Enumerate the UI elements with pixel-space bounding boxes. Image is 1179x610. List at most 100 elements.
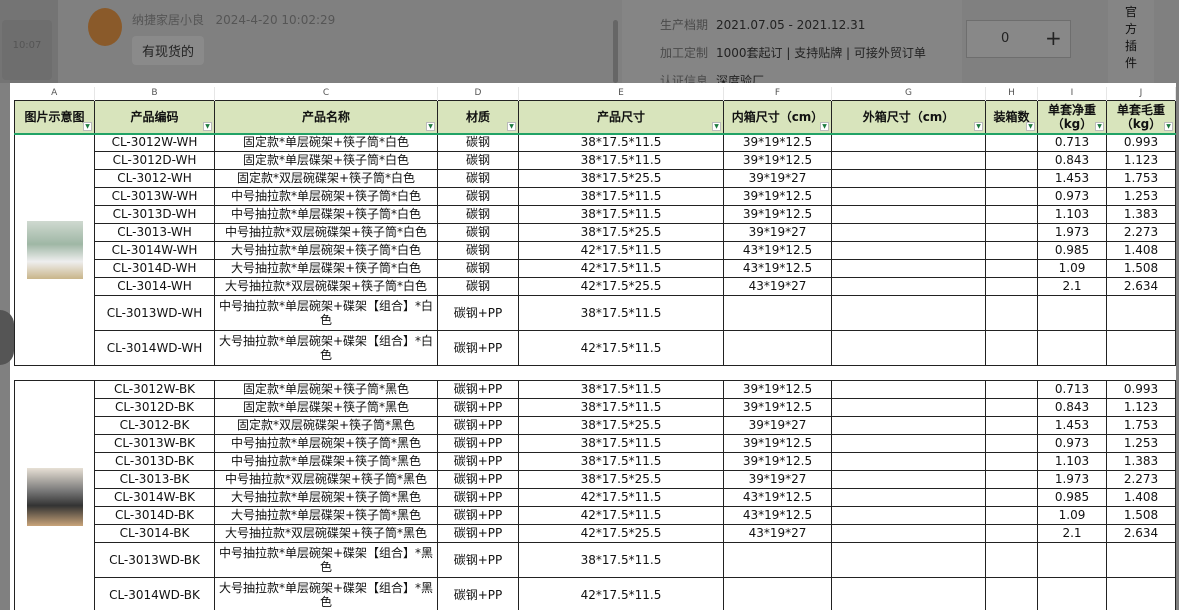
quantity-input[interactable]: 0 xyxy=(1001,31,1009,46)
table-cell: 43*19*12.5 xyxy=(723,259,832,278)
filter-dropdown-icon[interactable]: ▼ xyxy=(974,121,983,131)
table-cell xyxy=(985,187,1038,206)
table-cell: 39*19*12.5 xyxy=(723,205,832,224)
column-header[interactable]: 材质 ▼ xyxy=(437,100,519,135)
table-cell xyxy=(985,205,1038,224)
filter-dropdown-icon[interactable]: ▼ xyxy=(507,121,516,131)
table-row: CL-3014WD-BK 大号抽拉款*单层碗架+碟架【组合】*黑色 碳钢+PP 42*… xyxy=(15,577,1176,610)
table-cell xyxy=(831,577,986,610)
table-cell: 38*17.5*25.5 xyxy=(518,416,724,435)
table-cell: 42*17.5*25.5 xyxy=(518,277,724,296)
table-cell: 43*19*27 xyxy=(723,524,832,543)
official-plugin-button[interactable]: 官方插件 xyxy=(1114,0,1148,74)
table-cell xyxy=(1037,295,1107,331)
table-cell xyxy=(831,187,986,206)
table-cell: 0.713 xyxy=(1037,380,1107,399)
table-cell: CL-3013-BK xyxy=(94,470,215,489)
table-cell: 中号抽拉款*双层碗碟架+筷子筒*黑色 xyxy=(214,470,438,489)
table-row: CL-3013W-WH 中号抽拉款*单层碗架+筷子筒*白色 碳钢 38*17.5*11… xyxy=(15,187,1176,206)
table-cell: 38*17.5*25.5 xyxy=(518,169,724,188)
filter-dropdown-icon[interactable]: ▼ xyxy=(426,121,435,131)
product-info-panel: 生产档期 2021.07.05 - 2021.12.31 加工定制 1000套起订 … xyxy=(622,0,962,88)
table-cell: 碳钢 xyxy=(437,205,519,224)
column-header[interactable]: 外箱尺寸（cm） ▼ xyxy=(831,100,986,135)
table-cell: 0.985 xyxy=(1037,241,1107,260)
table-cell xyxy=(831,398,986,417)
table-cell: 大号抽拉款*双层碗碟架+筷子筒*黑色 xyxy=(214,524,438,543)
table-cell: 42*17.5*11.5 xyxy=(518,577,724,610)
table-cell: 大号抽拉款*单层碟架+筷子筒*白色 xyxy=(214,259,438,278)
column-letter: B xyxy=(94,87,215,101)
table-cell: 1.753 xyxy=(1106,169,1176,188)
filter-dropdown-icon[interactable]: ▼ xyxy=(203,121,212,131)
column-header[interactable]: 内箱尺寸（cm） ▼ xyxy=(723,100,832,135)
table-cell: 0.973 xyxy=(1037,434,1107,453)
column-header[interactable]: 单套毛重（kg） ▼ xyxy=(1106,100,1176,135)
table-row: CL-3013D-WH 中号抽拉款*单层碟架+筷子筒*白色 碳钢 38*17.5*11… xyxy=(15,205,1176,224)
table-cell: CL-3014W-WH xyxy=(94,241,215,260)
filter-dropdown-icon[interactable]: ▼ xyxy=(820,121,829,131)
quantity-stepper[interactable]: 0 + xyxy=(966,20,1071,58)
table-row: CL-3014-BK 大号抽拉款*双层碗碟架+筷子筒*黑色 碳钢+PP 42*17.5… xyxy=(15,524,1176,543)
table-cell xyxy=(1106,542,1176,578)
table-cell: 38*17.5*11.5 xyxy=(518,205,724,224)
table-cell: 碳钢 xyxy=(437,151,519,170)
table-cell: 39*19*12.5 xyxy=(723,133,832,152)
table-cell: 1.103 xyxy=(1037,205,1107,224)
table-cell: 43*19*12.5 xyxy=(723,488,832,507)
table-cell: 中号抽拉款*双层碗碟架+筷子筒*白色 xyxy=(214,223,438,242)
table-cell: CL-3013D-WH xyxy=(94,205,215,224)
table-cell xyxy=(831,434,986,453)
table-cell: 1.973 xyxy=(1037,470,1107,489)
table-cell: 碳钢+PP xyxy=(437,524,519,543)
table-cell: 固定款*单层碗架+筷子筒*黑色 xyxy=(214,380,438,399)
plus-button[interactable]: + xyxy=(1045,26,1062,50)
table-cell: 38*17.5*25.5 xyxy=(518,223,724,242)
table-cell: 0.993 xyxy=(1106,133,1176,152)
table-cell xyxy=(723,330,832,366)
table-cell xyxy=(985,542,1038,578)
product-table: A B C D E F G H I J 图片示意图 ▼ 产品编码 ▼ 产品名称 ▼ 材质 ▼ 产品尺寸 ▼ 内箱尺寸（c… xyxy=(14,87,1176,610)
table-cell: 0.843 xyxy=(1037,398,1107,417)
table-row: CL-3012W-BK 固定款*单层碗架+筷子筒*黑色 碳钢+PP 38*17.5*1… xyxy=(14,380,1176,610)
column-header[interactable]: 图片示意图 ▼ xyxy=(14,100,95,135)
table-cell xyxy=(985,488,1038,507)
filter-dropdown-icon[interactable]: ▼ xyxy=(83,121,92,131)
filter-dropdown-icon[interactable]: ▼ xyxy=(1164,121,1173,131)
column-header[interactable]: 装箱数 ▼ xyxy=(985,100,1038,135)
table-cell: 39*19*12.5 xyxy=(723,434,832,453)
table-cell: 2.634 xyxy=(1106,524,1176,543)
table-cell: 38*17.5*11.5 xyxy=(518,380,724,399)
table-cell: 42*17.5*11.5 xyxy=(518,488,724,507)
table-cell: 43*19*12.5 xyxy=(723,241,832,260)
table-cell: 中号抽拉款*单层碗架+筷子筒*白色 xyxy=(214,187,438,206)
table-cell: CL-3013WD-WH xyxy=(94,295,215,331)
column-header[interactable]: 单套净重（kg） ▼ xyxy=(1037,100,1107,135)
filter-dropdown-icon[interactable]: ▼ xyxy=(712,121,721,131)
column-header[interactable]: 产品名称 ▼ xyxy=(214,100,438,135)
table-cell: CL-3014D-BK xyxy=(94,506,215,525)
chat-scrollbar[interactable] xyxy=(613,20,618,83)
table-cell xyxy=(985,169,1038,188)
filter-dropdown-icon[interactable]: ▼ xyxy=(1095,121,1104,131)
side-toolbar: 官方插件 ▦ 手机 xyxy=(1108,0,1154,115)
table-cell: 碳钢 xyxy=(437,133,519,152)
column-header[interactable]: 产品编码 ▼ xyxy=(94,100,215,135)
avatar xyxy=(88,8,122,46)
table-cell: CL-3013D-BK xyxy=(94,452,215,471)
table-cell: 0.843 xyxy=(1037,151,1107,170)
column-letter: C xyxy=(214,87,438,101)
table-cell xyxy=(831,295,986,331)
table-cell: 1.09 xyxy=(1037,506,1107,525)
product-image-cell xyxy=(14,380,95,610)
table-row: CL-3012-BK 固定款*双层碗碟架+筷子筒*黑色 碳钢+PP 38*17.5*2… xyxy=(15,416,1176,435)
column-header[interactable]: 产品尺寸 ▼ xyxy=(518,100,724,135)
scroll-left-button[interactable] xyxy=(0,310,14,365)
table-row: CL-3012-WH 固定款*双层碗碟架+筷子筒*白色 碳钢 38*17.5*25.5… xyxy=(15,169,1176,188)
table-cell xyxy=(831,506,986,525)
table-cell: 0.985 xyxy=(1037,488,1107,507)
filter-dropdown-icon[interactable]: ▼ xyxy=(1026,121,1035,131)
table-cell xyxy=(831,151,986,170)
table-cell: 38*17.5*11.5 xyxy=(518,133,724,152)
info-row: 加工定制 1000套起订 | 支持贴牌 | 可接外贸订单 xyxy=(660,46,926,60)
